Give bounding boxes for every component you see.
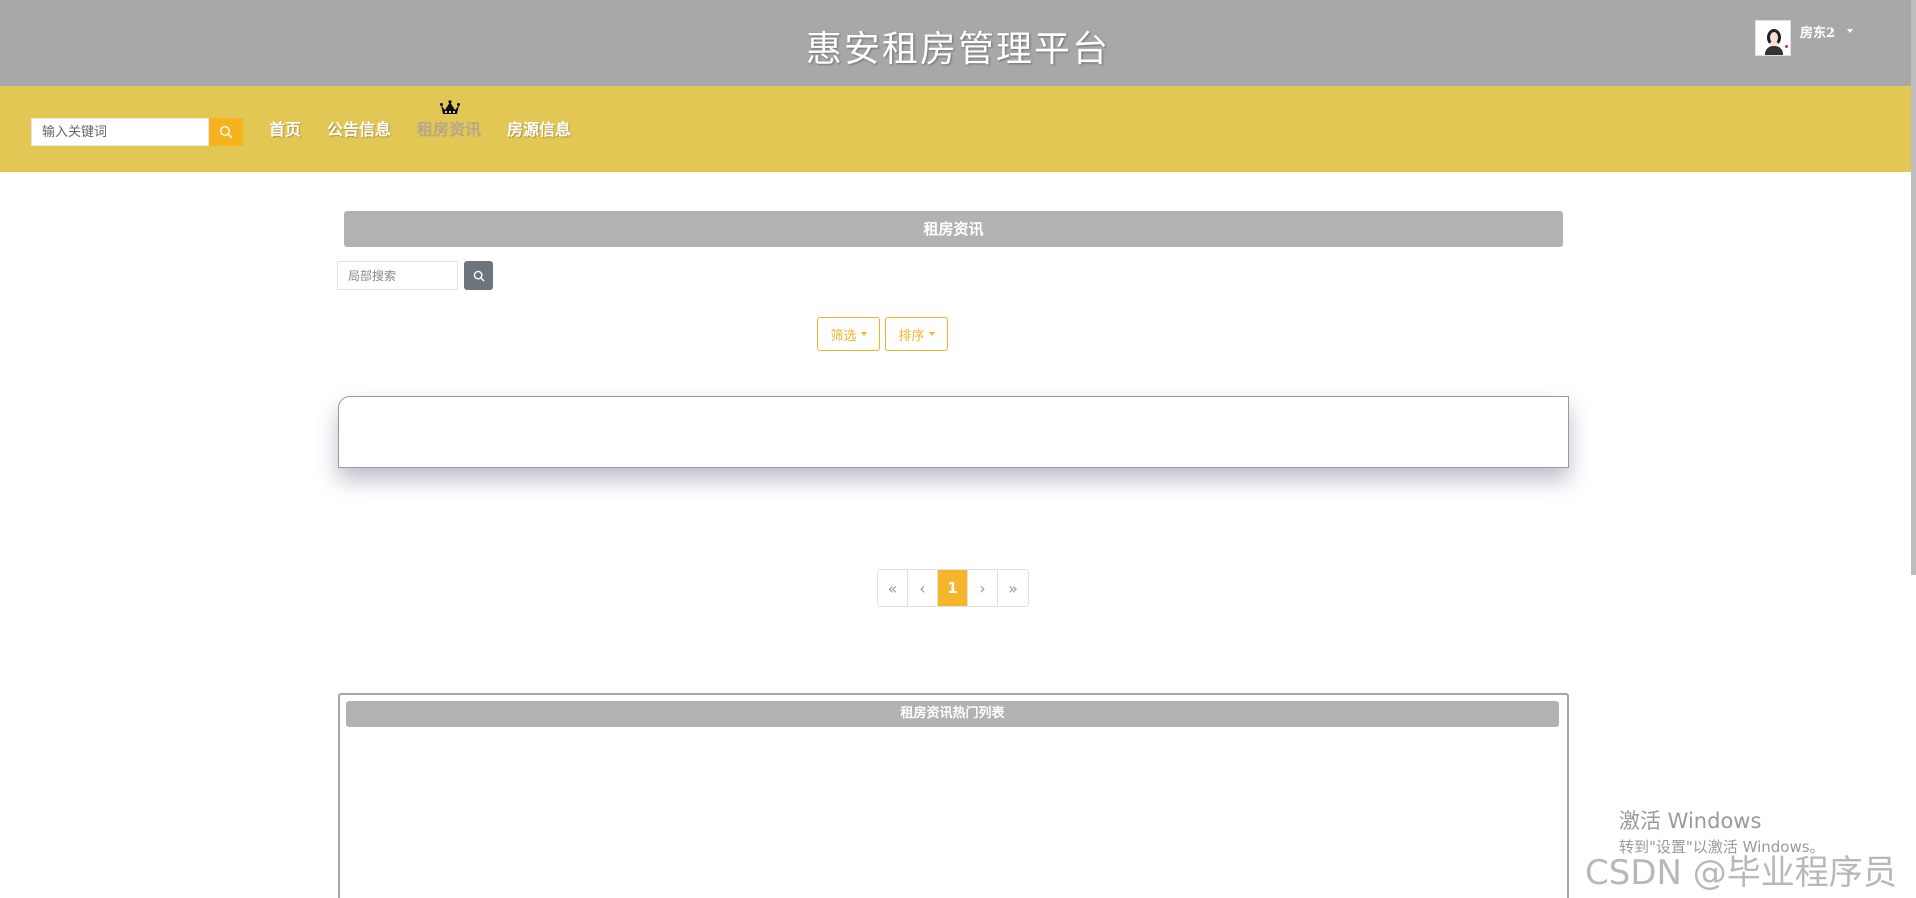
crown-icon [440,100,460,114]
windows-activation-title: 激活 Windows [1619,809,1762,833]
hot-list-panel: 租房资讯热门列表 [338,693,1569,898]
watermark: CSDN @毕业程序员 [1585,853,1897,893]
sort-dropdown[interactable]: 排序 [885,317,948,351]
hot-list-title: 租房资讯热门列表 [346,701,1559,727]
search-button[interactable] [209,118,243,146]
header: 惠安租房管理平台 房东2 [0,0,1916,86]
user-menu[interactable]: 房东2 [1755,20,1854,56]
search-input[interactable] [31,118,209,146]
pagination: « ‹ 1 › » [877,569,1029,607]
prev-page-button[interactable]: ‹ [908,570,938,606]
news-list-card [338,396,1569,468]
nav-item-announcements[interactable]: 公告信息 [327,116,391,140]
chevron-down-icon[interactable] [1847,29,1854,33]
scrollbar[interactable] [1911,0,1916,575]
nav-item-rental-news[interactable]: 租房资讯 [417,116,481,140]
section-title: 租房资讯 [344,211,1563,247]
search-icon [219,125,233,139]
first-page-button[interactable]: « [878,570,908,606]
page: 惠安租房管理平台 房东2 首页 公告信息 租房资讯 房源信息 [0,0,1916,898]
filter-label: 筛选 [830,328,857,344]
local-search-input[interactable] [337,261,458,290]
local-search-button[interactable] [464,261,493,290]
page-number-button[interactable]: 1 [938,570,968,606]
user-name[interactable]: 房东2 [1800,22,1835,41]
filter-dropdown[interactable]: 筛选 [817,317,880,351]
next-page-button[interactable]: › [968,570,998,606]
navbar: 首页 公告信息 租房资讯 房源信息 [0,86,1916,172]
nav-item-home[interactable]: 首页 [269,116,301,140]
avatar[interactable] [1755,20,1791,56]
caret-down-icon [928,332,935,336]
search-icon [473,270,484,281]
sort-label: 排序 [898,328,925,344]
site-title: 惠安租房管理平台 [805,29,1110,70]
caret-down-icon [860,332,867,336]
nav-item-listings[interactable]: 房源信息 [507,116,571,140]
last-page-button[interactable]: » [998,570,1028,606]
